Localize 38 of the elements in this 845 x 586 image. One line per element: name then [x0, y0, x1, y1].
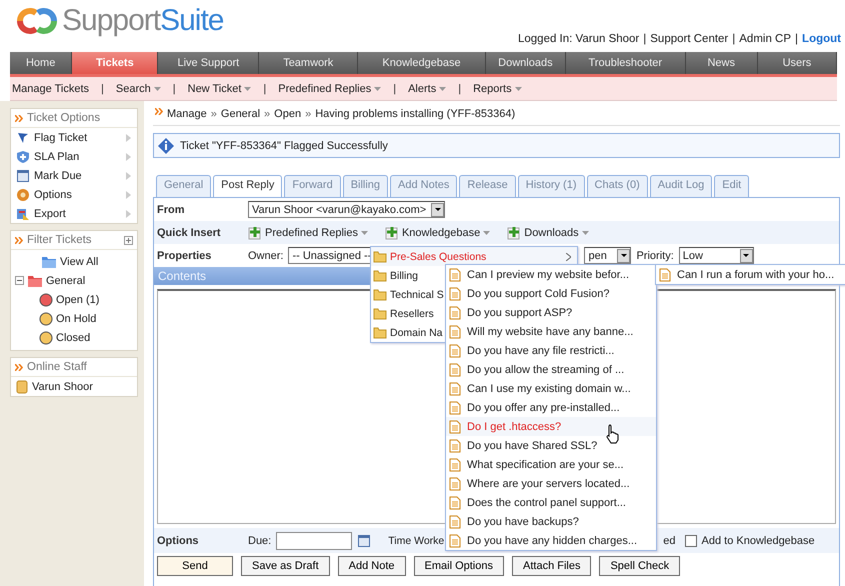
- priority-label: Priority:: [636, 250, 674, 262]
- menu-item-label: SLA Plan: [34, 150, 80, 162]
- checkbox-label: Add to Knowledgebase: [702, 534, 815, 546]
- separator: |: [101, 82, 104, 94]
- field-label: Quick Insert: [157, 226, 222, 238]
- staff-name: Varun Shoor: [32, 380, 93, 392]
- logged-in-text: Logged In: Varun Shoor: [518, 33, 640, 45]
- separator: |: [458, 82, 462, 94]
- owner-label: Owner:: [248, 250, 284, 262]
- tree-item-label: Closed: [56, 332, 90, 344]
- breadcrumb-separator: »: [264, 108, 270, 120]
- tree-item-label: General: [46, 274, 86, 286]
- separator: |: [172, 82, 176, 94]
- menu-item-label: Mark Due: [34, 170, 82, 182]
- panel-title: Ticket Options: [27, 112, 100, 124]
- menu-item-label: Export: [34, 208, 66, 220]
- field-label: Properties: [157, 250, 212, 262]
- menu-item-label: Options: [34, 188, 72, 200]
- separator: |: [393, 82, 396, 94]
- tree-item-label: On Hold: [56, 312, 96, 324]
- separator: |: [643, 33, 646, 45]
- field-label: From: [157, 204, 186, 216]
- panel-title: Filter Tickets: [27, 234, 92, 246]
- notice-text: Ticket "YFF-853364" Flagged Successfully: [180, 140, 388, 152]
- tree-item-label: Open (1): [56, 294, 100, 306]
- logo-text: SupportSuite: [62, 4, 224, 38]
- tree-item-label: View All: [60, 256, 98, 268]
- panel-title: Online Staff: [27, 361, 87, 373]
- separator: |: [263, 82, 266, 94]
- due-label: Due:: [248, 534, 272, 546]
- separator: |: [732, 33, 736, 45]
- breadcrumb-separator: »: [210, 108, 217, 120]
- separator: |: [795, 33, 798, 45]
- billed-label: ed: [663, 534, 676, 546]
- breadcrumb-separator: »: [305, 108, 312, 120]
- field-label: Options: [157, 534, 200, 546]
- menu-item-label: Flag Ticket: [34, 132, 88, 144]
- time-worked-label: Time Worke: [388, 534, 444, 546]
